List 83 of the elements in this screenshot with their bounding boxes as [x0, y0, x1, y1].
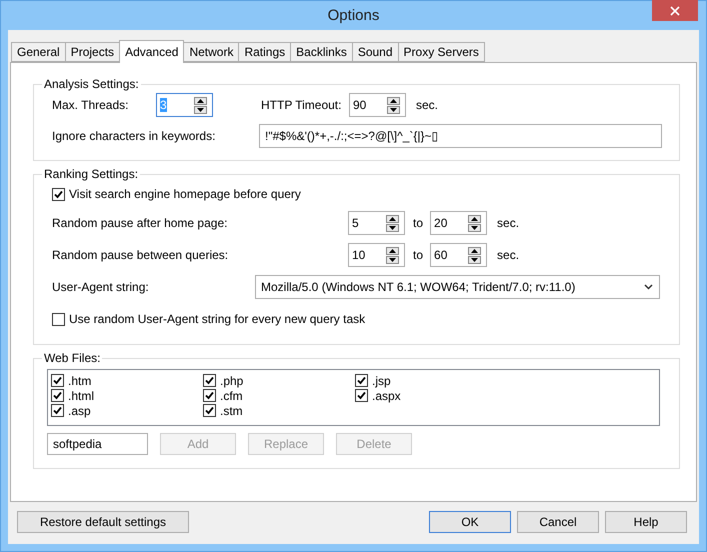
checkbox[interactable]: [52, 312, 65, 326]
spin-down-button[interactable]: [468, 256, 482, 264]
caret-down-icon: [471, 258, 478, 262]
text-field[interactable]: softpedia: [47, 433, 148, 455]
list-item[interactable]: .jsp: [355, 373, 507, 388]
spin-down-button[interactable]: [387, 106, 400, 114]
field-label: HTTP Timeout:: [261, 98, 342, 112]
spin-down-button[interactable]: [468, 224, 482, 232]
spin-down-button[interactable]: [386, 256, 399, 264]
checkbox[interactable]: [52, 188, 65, 200]
range-label: to: [413, 216, 424, 230]
chevron-down-icon: [644, 284, 653, 290]
list-item[interactable]: .php: [203, 373, 355, 388]
close-button[interactable]: [652, 0, 698, 21]
checkbox[interactable]: [203, 374, 216, 387]
checkbox[interactable]: [203, 404, 216, 417]
field-label: Max. Threads:: [52, 98, 130, 112]
tab[interactable]: Ratings: [238, 42, 292, 62]
tab[interactable]: General: [11, 42, 66, 62]
unit-label: sec.: [497, 248, 520, 262]
spin-up-button[interactable]: [194, 96, 207, 104]
number-field[interactable]: 10: [348, 243, 405, 267]
number-field[interactable]: 20: [430, 211, 488, 235]
checkbox[interactable]: [51, 374, 64, 387]
list-item[interactable]: .stm: [203, 403, 355, 418]
caret-up-icon: [471, 216, 478, 220]
checkbox-label[interactable]: Use random User-Agent string for every new query task: [52, 312, 366, 326]
dialog-button[interactable]: Cancel: [517, 511, 599, 533]
range-label: to: [413, 248, 424, 262]
spin-up-button[interactable]: [387, 96, 400, 104]
window-title: Options: [328, 7, 380, 24]
list-item[interactable]: .htm: [51, 373, 203, 388]
close-icon: [670, 6, 680, 16]
dialog-button[interactable]: OK: [429, 511, 511, 533]
caret-down-icon: [389, 226, 396, 230]
dropdown[interactable]: Mozilla/5.0 (Windows NT 6.1; WOW64; Trident/7.0; rv:11.0): [255, 275, 660, 299]
number-field[interactable]: 60: [430, 243, 488, 267]
caret-down-icon: [471, 226, 478, 230]
field-label: User-Agent string:: [52, 280, 150, 294]
list-box[interactable]: .htm .php .jsp .html .cfm .aspx .asp .stm: [47, 369, 660, 426]
caret-up-icon: [471, 248, 478, 252]
group-title: Web Files:: [43, 351, 102, 365]
spin-down-button[interactable]: [194, 106, 207, 114]
spin-up-button[interactable]: [468, 246, 482, 254]
caret-down-icon: [197, 108, 204, 112]
spin-up-button[interactable]: [386, 246, 399, 254]
dialog-button[interactable]: Help: [605, 511, 687, 533]
list-item[interactable]: .html: [51, 388, 203, 403]
checkbox[interactable]: [51, 404, 64, 417]
checkbox[interactable]: [355, 389, 368, 402]
caret-up-icon: [389, 216, 396, 220]
caret-down-icon: [390, 108, 397, 112]
tab[interactable]: Advanced: [119, 40, 184, 63]
list-item[interactable]: .asp: [51, 403, 203, 418]
field-label: Random pause between queries:: [52, 248, 230, 262]
checkbox[interactable]: [51, 389, 64, 402]
checkbox[interactable]: [203, 389, 216, 402]
unit-label: sec.: [497, 216, 520, 230]
number-field[interactable]: 90: [349, 93, 406, 117]
tab[interactable]: Backlinks: [290, 42, 353, 62]
caret-up-icon: [389, 248, 396, 252]
caret-down-icon: [389, 258, 396, 262]
caret-up-icon: [197, 98, 204, 102]
list-item[interactable]: .cfm: [203, 388, 355, 403]
group-title: Analysis Settings:: [43, 77, 140, 91]
spin-up-button[interactable]: [468, 214, 482, 222]
tab[interactable]: Projects: [64, 42, 120, 62]
text-field[interactable]: !"#$%&'()*+,-./:;<=>?@[\]^_`{|}~▯: [259, 124, 662, 148]
number-field[interactable]: 5: [348, 211, 405, 235]
tab[interactable]: Sound: [352, 42, 399, 62]
list-item[interactable]: .aspx: [355, 388, 507, 403]
tab[interactable]: Proxy Servers: [398, 42, 485, 62]
spin-up-button[interactable]: [386, 214, 399, 222]
tab[interactable]: Network: [183, 42, 240, 62]
field-label: Random pause after home page:: [52, 216, 228, 230]
caret-up-icon: [390, 98, 397, 102]
spin-down-button[interactable]: [386, 224, 399, 232]
group-title: Ranking Settings:: [43, 167, 140, 181]
checkbox[interactable]: [355, 374, 368, 387]
field-label: Ignore characters in keywords:: [52, 129, 216, 143]
unit-label: sec.: [416, 98, 438, 112]
checkbox-label[interactable]: Visit search engine homepage before query: [52, 187, 301, 201]
restore-button[interactable]: Restore default settings: [17, 511, 189, 533]
